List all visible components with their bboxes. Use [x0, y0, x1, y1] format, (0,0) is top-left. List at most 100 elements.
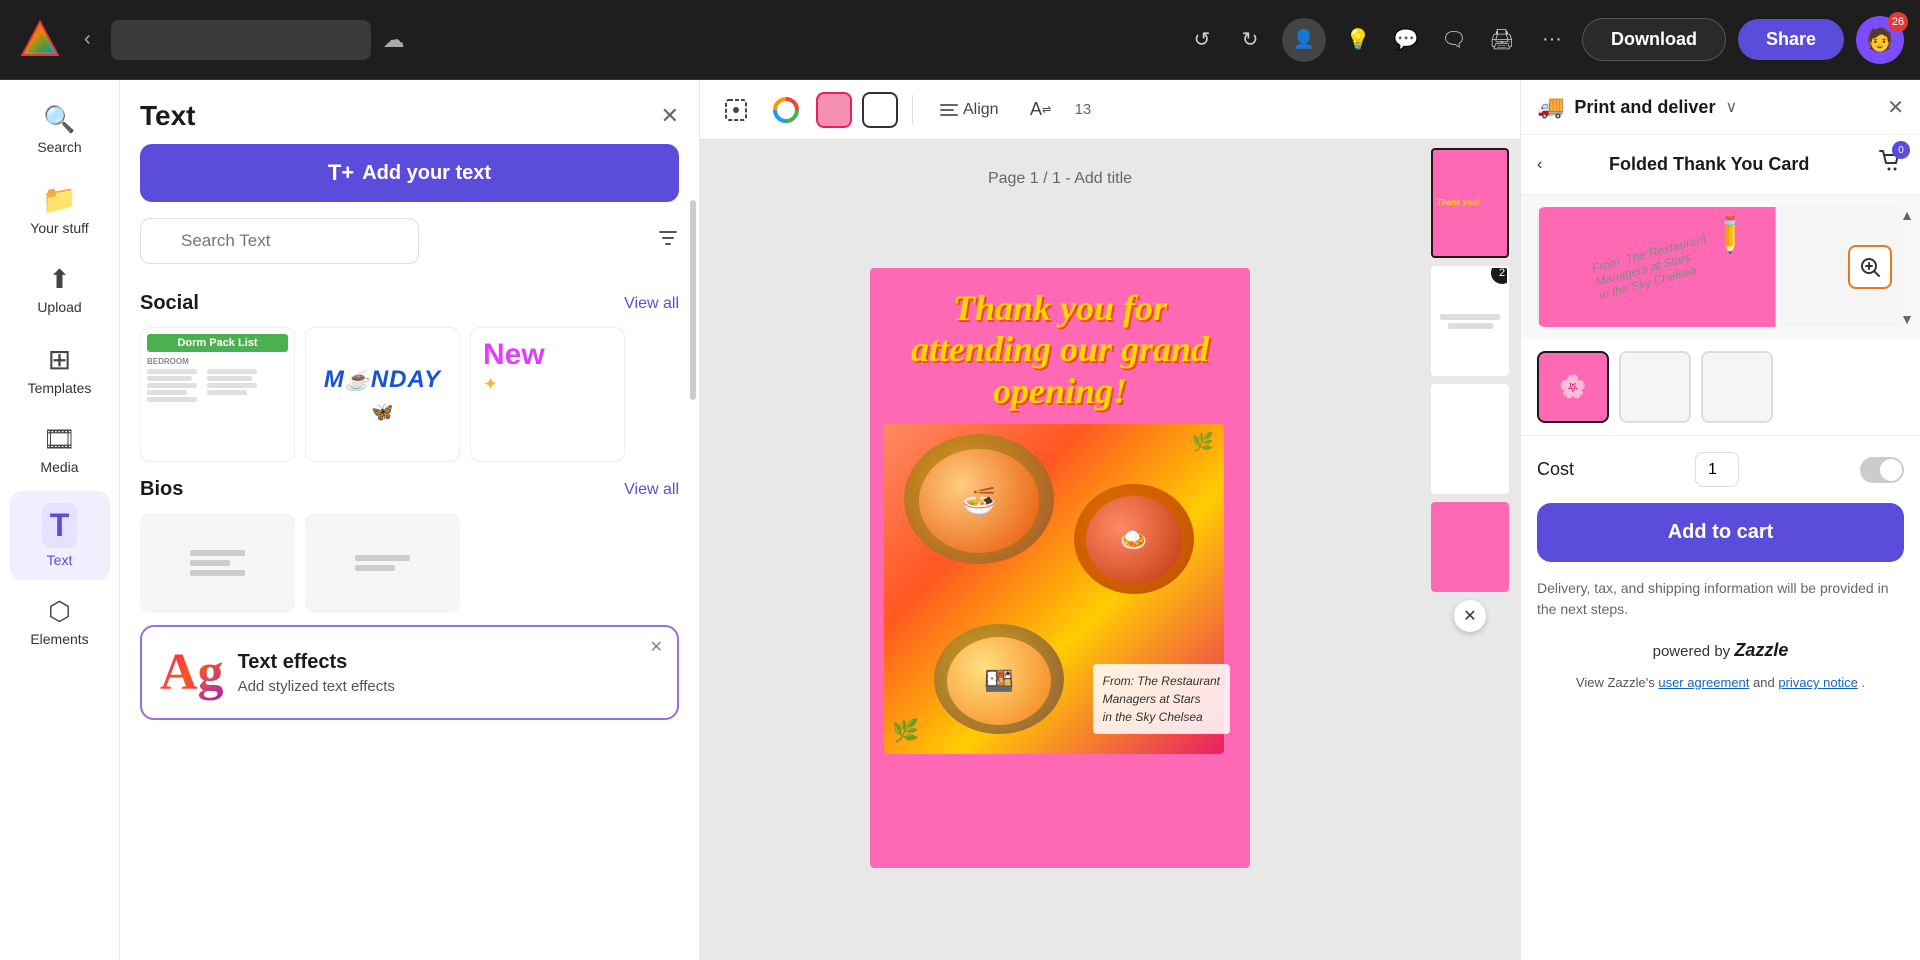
filter-button[interactable] [657, 227, 679, 255]
sidebar-label-your-stuff: Your stuff [30, 220, 88, 236]
comment2-icon[interactable]: 🗨 [1438, 24, 1470, 56]
avatar-button[interactable]: 🧑 26 [1856, 16, 1904, 64]
page-title-area[interactable]: Page 1 / 1 - Add title [700, 170, 1420, 188]
thumbnail-close-button[interactable]: ✕ [1454, 600, 1486, 632]
canvas-food-area: 🍜 🍛 🍱 [870, 424, 1250, 754]
search-row: 🔍 [140, 218, 679, 264]
canvas-card[interactable]: Thank you for attending our grand openin… [870, 268, 1250, 868]
print-thumb-1[interactable]: 🌸 [1537, 351, 1609, 423]
add-title-label: - Add title [1065, 170, 1132, 187]
redo-button[interactable]: ↻ [1234, 24, 1266, 56]
color-pink-swatch[interactable] [816, 92, 852, 128]
bio-card-1-content [182, 542, 253, 584]
canvas-area: Align A ⇌ 13 Page 1 / 1 - Add title Than… [700, 80, 1520, 960]
canvas-thank-you-text: Thank you for attending our grand openin… [890, 288, 1230, 412]
privacy-notice-link[interactable]: privacy notice [1778, 675, 1857, 690]
dorm-col2 [207, 369, 257, 402]
social-section-header: Social View all [140, 292, 679, 315]
add-to-cart-button[interactable]: Add to cart [1537, 503, 1904, 562]
template-card-dorm[interactable]: Dorm Pack List BEDROOM [140, 327, 295, 462]
template-card-monday[interactable]: M☕NDAY 🦋 [305, 327, 460, 462]
print-thumbnails: 🌸 [1521, 339, 1920, 436]
print-panel: 🚚 Print and deliver ∨ ✕ ‹ Folded Thank Y… [1520, 80, 1920, 960]
template-card-new[interactable]: New ✦ [470, 327, 625, 462]
dorm-col1 [147, 369, 197, 402]
bios-view-all-link[interactable]: View all [624, 481, 679, 499]
add-text-button[interactable]: T+ Add your text [140, 144, 679, 202]
sidebar-item-templates[interactable]: ⊞ Templates [10, 331, 110, 408]
logo-button[interactable] [16, 16, 64, 64]
panel-scroll-area: Social View all Dorm Pack List BEDROOM [120, 280, 699, 960]
panel-scrollbar[interactable] [690, 200, 696, 400]
align-button[interactable]: Align [927, 94, 1011, 126]
download-button[interactable]: Download [1582, 18, 1726, 61]
sidebar-label-text: Text [47, 552, 73, 568]
print-scroll-up-button[interactable]: ▲ [1900, 207, 1914, 223]
undo-button[interactable]: ↺ [1186, 24, 1218, 56]
text-search-input[interactable] [140, 218, 419, 264]
social-view-all-link[interactable]: View all [624, 295, 679, 313]
thumbnail-2[interactable]: 2 [1431, 266, 1509, 376]
page-label: Page 1 / 1 [988, 170, 1061, 187]
left-sidebar: 🔍 Search 📁 Your stuff ⬆ Upload ⊞ Templat… [0, 80, 120, 960]
add-text-icon: T+ [328, 160, 354, 186]
cost-label: Cost [1537, 459, 1574, 480]
thumbnail-1[interactable]: Thank you! [1431, 148, 1509, 258]
text-effects-info: Text effects Add stylized text effects [238, 651, 659, 695]
bios-grid [140, 513, 679, 613]
comment-icon[interactable]: 💬 [1390, 24, 1422, 56]
bowl3-content: 🍱 [947, 637, 1051, 725]
bios-section-header: Bios View all [140, 478, 679, 501]
close-panel-button[interactable]: ✕ [661, 103, 679, 129]
sidebar-item-upload[interactable]: ⬆ Upload [10, 252, 110, 327]
bio-card-2[interactable] [305, 513, 460, 613]
add-person-button[interactable]: 👤 [1282, 18, 1326, 62]
add-text-label: Add your text [362, 162, 491, 185]
back-button[interactable]: ‹ [76, 20, 99, 59]
monday-icon: 🦋 [371, 402, 393, 423]
text-icon: T [42, 503, 78, 548]
sidebar-item-media[interactable]: 🎞 Media [10, 412, 110, 487]
print-back-button[interactable]: ‹ [1537, 156, 1542, 174]
canvas-workspace[interactable]: Page 1 / 1 - Add title Thank you for att… [700, 140, 1420, 960]
print-panel-close-button[interactable]: ✕ [1887, 95, 1904, 120]
sidebar-item-text[interactable]: T Text [10, 491, 110, 580]
print-thumb-3[interactable] [1701, 351, 1773, 423]
search-icon: 🔍 [43, 104, 75, 135]
sidebar-item-elements[interactable]: ⬡ Elements [10, 584, 110, 659]
color-wheel-tool[interactable] [766, 90, 806, 130]
bio-card-1[interactable] [140, 513, 295, 613]
thumb2-line2 [1448, 323, 1493, 329]
border-tool[interactable] [862, 92, 898, 128]
thumbnail-pink-small[interactable] [1431, 502, 1509, 592]
print-icon[interactable]: 🖨 [1486, 24, 1518, 56]
bowl2-icon: 🍛 [1120, 527, 1147, 553]
print-panel-header-left: 🚚 Print and deliver ∨ [1537, 94, 1737, 120]
cloud-sync-icon[interactable]: ☁ [383, 27, 405, 53]
lightbulb-icon[interactable]: 💡 [1342, 24, 1374, 56]
print-panel-collapse-icon[interactable]: ∨ [1725, 97, 1737, 117]
user-agreement-link[interactable]: user agreement [1658, 675, 1749, 690]
print-scroll-down-button[interactable]: ▼ [1900, 311, 1914, 327]
project-title-bar[interactable] [111, 20, 371, 60]
more-button[interactable]: ··· [1534, 20, 1570, 59]
quantity-select[interactable]: 1 2 5 10 [1695, 452, 1739, 487]
cost-toggle[interactable] [1860, 457, 1904, 483]
preview-zoom-button[interactable] [1848, 245, 1892, 289]
magic-select-tool[interactable] [716, 90, 756, 130]
sidebar-item-your-stuff[interactable]: 📁 Your stuff [10, 171, 110, 248]
thumbnail-3[interactable] [1431, 384, 1509, 494]
translate-button[interactable]: A ⇌ [1021, 90, 1061, 130]
bowl2-content: 🍛 [1086, 496, 1182, 584]
upload-icon: ⬆ [49, 264, 71, 295]
cart-button[interactable]: 0 [1876, 147, 1904, 182]
new-star: ✦ [483, 374, 498, 395]
folder-icon: 📁 [42, 183, 77, 216]
print-thumb-2[interactable] [1619, 351, 1691, 423]
zazzle-row: powered by Zazzle [1521, 632, 1920, 669]
text-effects-banner[interactable]: Ag Text effects Add stylized text effect… [140, 625, 679, 720]
share-button[interactable]: Share [1738, 19, 1844, 60]
thumbnail-strip: Thank you! 2 ✕ [1420, 140, 1520, 960]
text-effects-close-button[interactable]: ✕ [650, 637, 663, 657]
sidebar-item-search[interactable]: 🔍 Search [10, 92, 110, 167]
